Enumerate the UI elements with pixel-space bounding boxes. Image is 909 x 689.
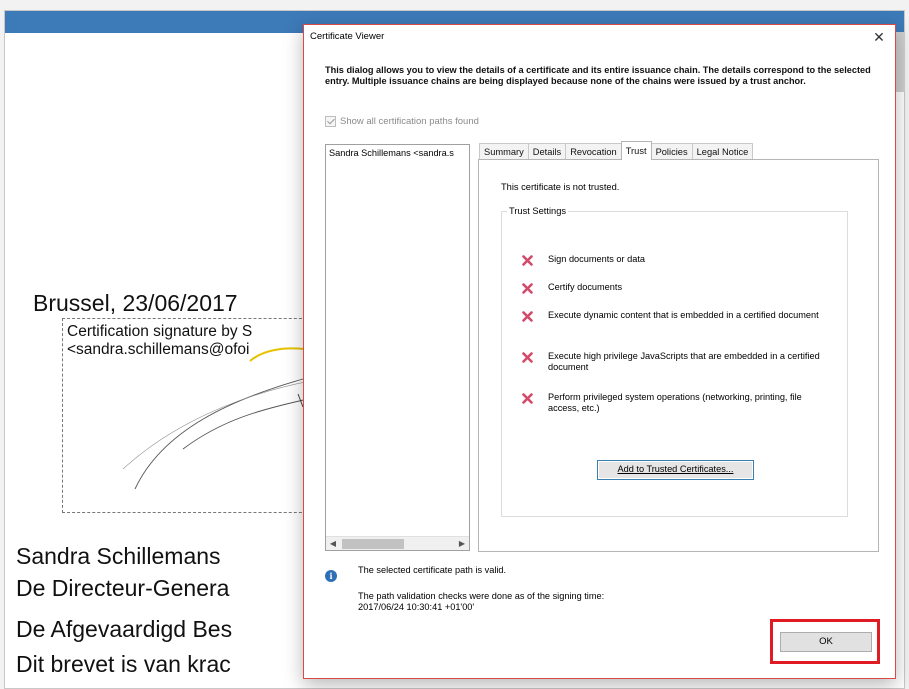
scroll-left-icon[interactable]: ◀	[326, 537, 340, 550]
x-mark-icon	[522, 255, 533, 266]
dialog-title-bar: Certificate Viewer ✕	[304, 25, 895, 51]
permission-label: Execute high privilege JavaScripts that …	[548, 351, 820, 372]
signing-time-value: 2017/06/24 10:30:41 +01'00'	[358, 602, 475, 612]
ok-button-highlight: OK	[770, 619, 880, 664]
x-mark-icon	[522, 283, 533, 294]
checkbox-checked-icon[interactable]	[325, 116, 336, 127]
tab-summary[interactable]: Summary	[479, 143, 529, 160]
trust-status-text: This certificate is not trusted.	[501, 182, 620, 192]
permission-label: Certify documents	[548, 282, 623, 292]
document-scrollbar-thumb[interactable]	[896, 32, 905, 92]
certificate-tabs: Summary Details Revocation Trust Policie…	[479, 141, 754, 160]
tab-trust[interactable]: Trust	[620, 141, 652, 160]
x-mark-icon	[522, 352, 533, 363]
show-all-paths-checkbox[interactable]: Show all certification paths found	[325, 116, 479, 127]
tab-legal-notice[interactable]: Legal Notice	[691, 143, 754, 160]
document-line-3: De Afgevaardigd Bes	[16, 616, 233, 642]
trust-settings-label: Trust Settings	[507, 206, 569, 216]
tab-details[interactable]: Details	[527, 143, 567, 160]
tab-revocation[interactable]: Revocation	[565, 143, 622, 160]
certificate-chain-tree[interactable]: Sandra Schillemans <sandra.s ◀ ▶	[325, 144, 470, 551]
scrollbar-thumb[interactable]	[342, 539, 404, 549]
tree-horizontal-scrollbar[interactable]: ◀ ▶	[326, 536, 469, 550]
dialog-title: Certificate Viewer	[310, 31, 385, 42]
info-icon: i	[325, 570, 337, 582]
signature-line-2: <sandra.schillemans@ofoi	[67, 341, 250, 358]
document-name: Sandra Schillemans	[16, 543, 221, 569]
x-mark-icon	[522, 393, 533, 404]
x-mark-icon	[522, 311, 533, 322]
signature-flourish	[249, 347, 305, 362]
show-all-paths-label: Show all certification paths found	[340, 116, 479, 127]
signature-line-1: Certification signature by S	[67, 323, 253, 340]
certificate-viewer-dialog: Certificate Viewer ✕ This dialog allows …	[303, 24, 896, 679]
document-date-line: Brussel, 23/06/2017	[33, 290, 238, 316]
document-line-4: Dit brevet is van krac	[16, 651, 231, 677]
dialog-description: This dialog allows you to view the detai…	[325, 65, 871, 86]
ok-button[interactable]: OK	[780, 632, 872, 652]
add-to-trusted-certificates-button[interactable]: Add to Trusted Certificates...	[597, 460, 754, 480]
trust-tab-panel: This certificate is not trusted. Trust S…	[478, 159, 879, 552]
permission-label: Perform privileged system operations (ne…	[548, 392, 802, 413]
add-to-trusted-label: Add to Trusted Certificates...	[617, 464, 734, 474]
trust-settings-group: Trust Settings Sign documents or data Ce…	[501, 206, 848, 517]
close-icon[interactable]: ✕	[869, 28, 889, 48]
path-valid-text: The selected certificate path is valid.	[358, 565, 507, 575]
permission-label: Execute dynamic content that is embedded…	[548, 310, 819, 320]
validation-time-text: The path validation checks were done as …	[358, 591, 605, 601]
document-line-2: De Directeur-Genera	[16, 575, 230, 601]
permission-label: Sign documents or data	[548, 254, 646, 264]
tree-item[interactable]: Sandra Schillemans <sandra.s	[329, 148, 454, 158]
tab-policies[interactable]: Policies	[650, 143, 693, 160]
scroll-right-icon[interactable]: ▶	[455, 537, 469, 550]
